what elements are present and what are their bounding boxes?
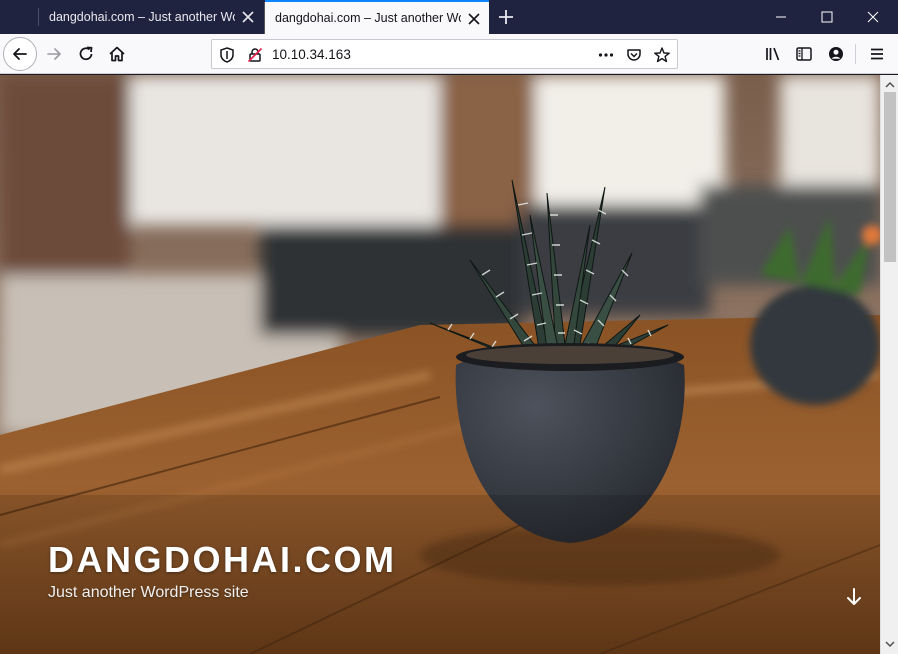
page-content: DANGDOHAI.COM Just another WordPress sit… (0, 75, 880, 654)
scroll-up-icon[interactable] (885, 80, 895, 90)
close-window-icon (867, 11, 879, 23)
maximize-button[interactable] (804, 0, 850, 34)
maximize-icon (821, 11, 833, 23)
navigation-toolbar: 10.10.34.163 (0, 34, 898, 74)
hamburger-menu-icon (871, 48, 883, 60)
vertical-scrollbar[interactable] (880, 75, 898, 654)
sidebar-button[interactable] (788, 38, 820, 70)
shield-icon[interactable] (218, 46, 236, 64)
pocket-icon[interactable] (625, 46, 643, 64)
home-icon (109, 46, 125, 62)
library-button[interactable] (757, 38, 789, 70)
minimize-button[interactable] (758, 0, 804, 34)
sidebar-icon (796, 47, 812, 61)
insecure-lock-icon[interactable] (246, 46, 264, 64)
new-tab-icon[interactable] (496, 7, 516, 27)
tab-inactive[interactable]: dangdohai.com – Just another WordPress s… (39, 0, 263, 34)
back-button[interactable] (3, 37, 37, 71)
account-button[interactable] (820, 38, 852, 70)
tab-title: dangdohai.com – Just another WordPress s… (275, 11, 461, 25)
tab-active[interactable]: dangdohai.com – Just another WordPress s… (264, 0, 489, 36)
url-text[interactable]: 10.10.34.163 (272, 47, 351, 62)
star-icon[interactable] (653, 46, 671, 64)
more-dots-icon[interactable] (597, 46, 615, 64)
tab-strip: dangdohai.com – Just another WordPress s… (0, 0, 898, 36)
tab-title: dangdohai.com – Just another WordPress s… (49, 10, 235, 24)
account-icon (829, 47, 843, 61)
reload-button[interactable] (70, 38, 102, 70)
arrow-right-icon (47, 48, 61, 60)
site-title[interactable]: DANGDOHAI.COM (48, 539, 396, 581)
scroll-down-arrow-icon[interactable] (842, 585, 866, 609)
close-window-button[interactable] (850, 0, 896, 34)
reload-icon (79, 46, 93, 61)
scroll-down-icon[interactable] (885, 639, 895, 649)
close-tab-icon[interactable] (239, 8, 257, 26)
minimize-icon (776, 16, 786, 18)
url-bar[interactable]: 10.10.34.163 (211, 39, 678, 69)
arrow-left-icon (13, 48, 27, 60)
scrollbar-thumb[interactable] (884, 92, 896, 262)
library-icon (766, 47, 780, 61)
toolbar-separator (855, 44, 856, 64)
close-tab-icon[interactable] (465, 10, 483, 28)
menu-button[interactable] (861, 38, 893, 70)
home-button[interactable] (101, 38, 133, 70)
site-tagline: Just another WordPress site (48, 584, 249, 601)
forward-button[interactable] (38, 38, 70, 70)
